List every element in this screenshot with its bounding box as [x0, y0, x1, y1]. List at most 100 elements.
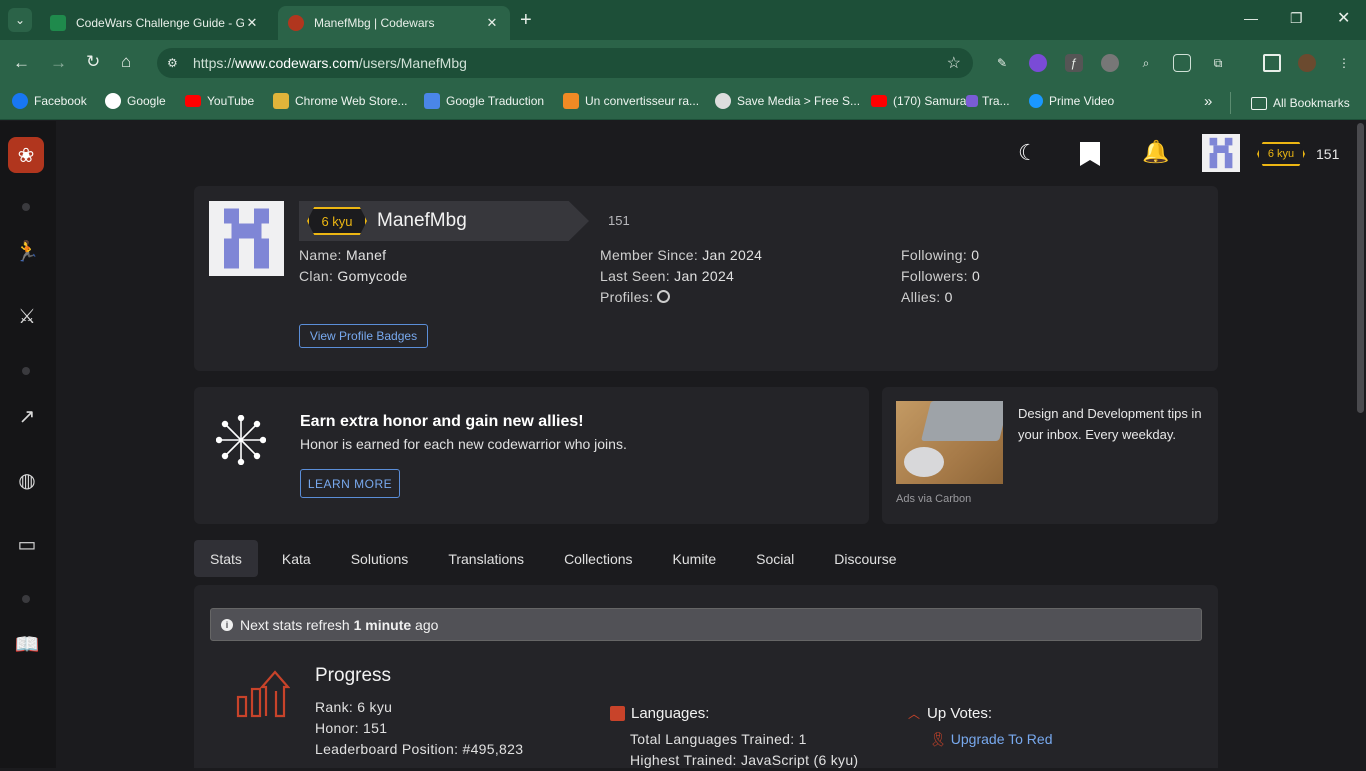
bookmark-tra[interactable]: Tra...	[966, 92, 1010, 110]
home-button[interactable]: ⌂	[121, 52, 131, 72]
bookmark-star-icon[interactable]: ☆	[947, 53, 961, 73]
tab-title: ManefMbg | Codewars	[314, 16, 435, 30]
profile-tabs: Stats Kata Solutions Translations Collec…	[194, 540, 921, 577]
refresh-text: Next stats refresh 1 minute ago	[240, 616, 439, 633]
facebook-icon	[12, 93, 28, 109]
tab-kumite[interactable]: Kumite	[657, 540, 733, 577]
practice-kick-icon[interactable]: ⚔	[14, 303, 40, 329]
training-runner-icon[interactable]: 🏃	[14, 238, 40, 264]
bookmark-google[interactable]: Google	[105, 92, 166, 110]
nav-separator-dot	[22, 367, 30, 375]
tab-search-button[interactable]: ⌄	[8, 8, 32, 32]
tab-stats[interactable]: Stats	[194, 540, 258, 577]
upvotes-heading: ︿ Up Votes:	[908, 705, 993, 722]
tab-kata[interactable]: Kata	[266, 540, 327, 577]
profile-username: ManefMbg	[377, 210, 467, 231]
extensions-puzzle-icon[interactable]: ⧉	[1209, 54, 1227, 72]
dark-mode-moon-icon[interactable]: ☾	[1018, 140, 1038, 166]
chat-icon[interactable]: ▭	[14, 531, 40, 557]
profile-avatar-icon[interactable]	[1298, 54, 1316, 72]
bookmark-label: (170) Samurai	[893, 94, 970, 108]
browser-tab-1[interactable]: ManefMbg | Codewars ✕	[278, 6, 510, 40]
sheets-favicon-icon	[50, 15, 66, 31]
back-button[interactable]: ←	[13, 53, 30, 73]
screen-extension-icon[interactable]	[1173, 54, 1191, 72]
tab-social[interactable]: Social	[740, 540, 810, 577]
upgrade-to-red-link[interactable]: 🎗 Upgrade To Red	[929, 731, 1052, 748]
eyedropper-extension-icon[interactable]: ✎	[993, 54, 1011, 72]
github-icon[interactable]	[657, 290, 671, 303]
notifications-bell-icon[interactable]: 🔔	[1142, 139, 1169, 165]
bookmark-label: Save Media > Free S...	[737, 94, 861, 108]
member-since: Jan 2024	[702, 247, 763, 263]
tab-solutions[interactable]: Solutions	[335, 540, 425, 577]
new-tab-button[interactable]: +	[520, 9, 532, 32]
privacy-extension-icon[interactable]	[1101, 54, 1119, 72]
bookmark-icon	[966, 95, 978, 107]
profile-name: Manef	[345, 247, 387, 263]
discord-icon[interactable]: ◍	[14, 467, 40, 493]
color-extension-icon[interactable]	[1029, 54, 1047, 72]
profile-honor: 151	[608, 213, 630, 228]
minimize-button[interactable]: —	[1244, 10, 1258, 26]
leaderboard-trend-icon[interactable]: ↗	[14, 403, 40, 429]
scrollbar-thumb[interactable]	[1357, 123, 1364, 413]
bookmark-save-media[interactable]: Save Media > Free S...	[715, 92, 860, 110]
ad-via-label[interactable]: Ads via Carbon	[896, 493, 971, 505]
ad-image[interactable]	[896, 401, 1003, 484]
audio-icon	[563, 93, 579, 109]
browser-tab-0[interactable]: CodeWars Challenge Guide - Go ✕	[40, 6, 270, 40]
bookmark-chrome-web-store[interactable]: Chrome Web Store...	[273, 92, 408, 110]
bookmark-google-traduction[interactable]: Google Traduction	[424, 92, 544, 110]
translate-icon	[424, 93, 440, 109]
restore-button[interactable]: ❐	[1290, 10, 1303, 27]
url-text[interactable]: https://www.codewars.com/users/ManefMbg	[193, 55, 467, 71]
learn-more-button[interactable]: LEARN MORE	[300, 469, 400, 498]
view-profile-badges-button[interactable]: View Profile Badges	[299, 324, 428, 348]
search-extension-icon[interactable]: ⌕	[1137, 54, 1155, 72]
page-scrollbar[interactable]	[1355, 121, 1366, 768]
ad-text[interactable]: Design and Development tips in your inbo…	[1018, 403, 1208, 445]
bookmark-label: Prime Video	[1049, 94, 1115, 108]
profile-info-col1: Name: Manef Clan: Gomycode	[299, 247, 408, 284]
bookmark-facebook[interactable]: Facebook	[12, 92, 87, 110]
tab-discourse[interactable]: Discourse	[818, 540, 912, 577]
all-bookmarks[interactable]: All Bookmarks	[1230, 92, 1350, 114]
tab-close-icon[interactable]: ✕	[244, 15, 260, 31]
header-rank-badge[interactable]: 6 kyu	[1257, 142, 1305, 166]
docs-book-icon[interactable]: 📖	[14, 631, 40, 657]
user-avatar[interactable]	[1202, 134, 1240, 172]
more-bookmarks-chevron-icon[interactable]: »	[1204, 92, 1212, 110]
stat-honor: 151	[363, 720, 388, 736]
address-bar[interactable]: ⚙ https://www.codewars.com/users/ManefMb…	[157, 48, 973, 78]
close-window-button[interactable]: ✕	[1337, 8, 1350, 28]
chrome-menu-icon[interactable]: ⋮	[1335, 54, 1353, 72]
tab-collections[interactable]: Collections	[548, 540, 648, 577]
google-icon	[105, 93, 121, 109]
forward-button[interactable]: →	[50, 53, 67, 73]
side-panel-icon[interactable]	[1263, 54, 1281, 72]
nav-separator-dot	[22, 203, 30, 211]
stat-highest-trained: JavaScript (6 kyu)	[740, 752, 859, 768]
bookmark-youtube[interactable]: YouTube	[185, 92, 254, 110]
bookmark-label: Un convertisseur ra...	[585, 94, 700, 108]
stats-refresh-notice: i Next stats refresh 1 minute ago	[210, 608, 1202, 641]
codewars-logo-icon[interactable]: ❀	[8, 137, 44, 173]
tab-close-icon[interactable]: ✕	[484, 15, 500, 31]
tab-translations[interactable]: Translations	[432, 540, 540, 577]
bookmark-prime-video[interactable]: Prime Video	[1029, 92, 1114, 110]
site-info-icon[interactable]: ⚙	[167, 56, 183, 70]
prime-video-icon	[1029, 94, 1043, 108]
bookmark-convertisseur[interactable]: Un convertisseur ra...	[563, 92, 699, 110]
profile-info-col2: Member Since: Jan 2024 Last Seen: Jan 20…	[600, 247, 763, 305]
ribbon-icon: 🎗	[929, 731, 947, 747]
font-extension-icon[interactable]: ƒ	[1065, 54, 1083, 72]
stat-rank: 6 kyu	[357, 699, 393, 715]
reload-button[interactable]: ↻	[86, 52, 100, 72]
promo-title: Earn extra honor and gain new allies!	[300, 413, 584, 430]
bookmark-label: Tra...	[982, 94, 1010, 108]
bookmark-samurai[interactable]: (170) Samurai	[871, 92, 969, 110]
profile-avatar	[209, 201, 284, 276]
info-icon: i	[221, 618, 233, 631]
bookmarks-icon[interactable]	[1080, 142, 1100, 166]
